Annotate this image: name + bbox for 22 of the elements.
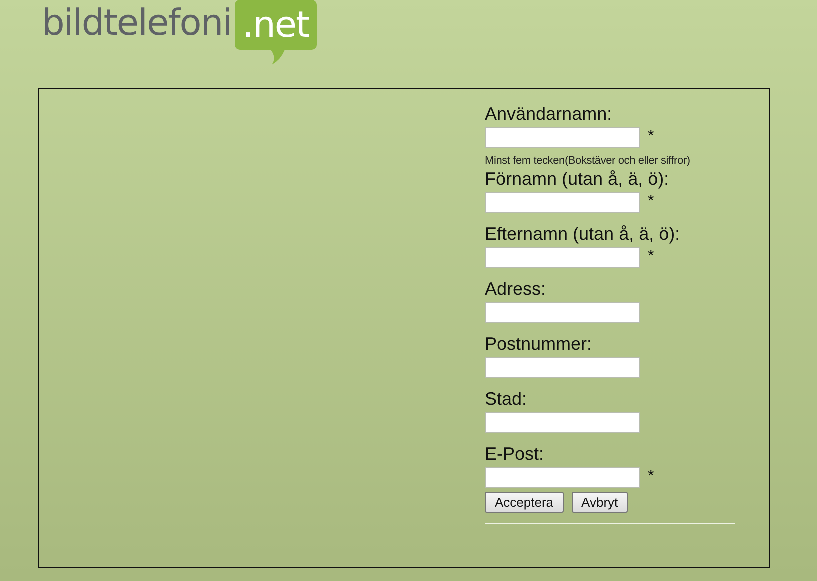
form-button[interactable]: Avbryt xyxy=(572,492,628,513)
input-field[interactable] xyxy=(485,192,640,213)
required-mark: * xyxy=(648,467,654,487)
required-mark: * xyxy=(648,192,654,212)
required-mark: * xyxy=(648,127,654,147)
logo-text: bildtelefoni xyxy=(42,2,232,46)
field-label: Förnamn (utan å, ä, ö): xyxy=(485,168,670,190)
input-field[interactable] xyxy=(485,467,640,488)
input-field[interactable] xyxy=(485,127,640,148)
hint-text: Minst fem tecken(Bokstäver och eller siffror) xyxy=(485,154,692,168)
field-label: Stad: xyxy=(485,388,528,410)
field-label: E-Post: xyxy=(485,443,546,465)
field-label: Användarnamn: xyxy=(485,103,614,125)
required-mark: * xyxy=(648,247,654,267)
field-label: Postnummer: xyxy=(485,333,594,355)
input-field[interactable] xyxy=(485,357,640,378)
form-button[interactable]: Acceptera xyxy=(485,492,564,513)
field-label: Efternamn (utan å, ä, ö): xyxy=(485,223,682,245)
field-label: Adress: xyxy=(485,278,548,300)
input-field[interactable] xyxy=(485,412,640,433)
input-field[interactable] xyxy=(485,302,640,323)
input-field[interactable] xyxy=(485,247,640,268)
